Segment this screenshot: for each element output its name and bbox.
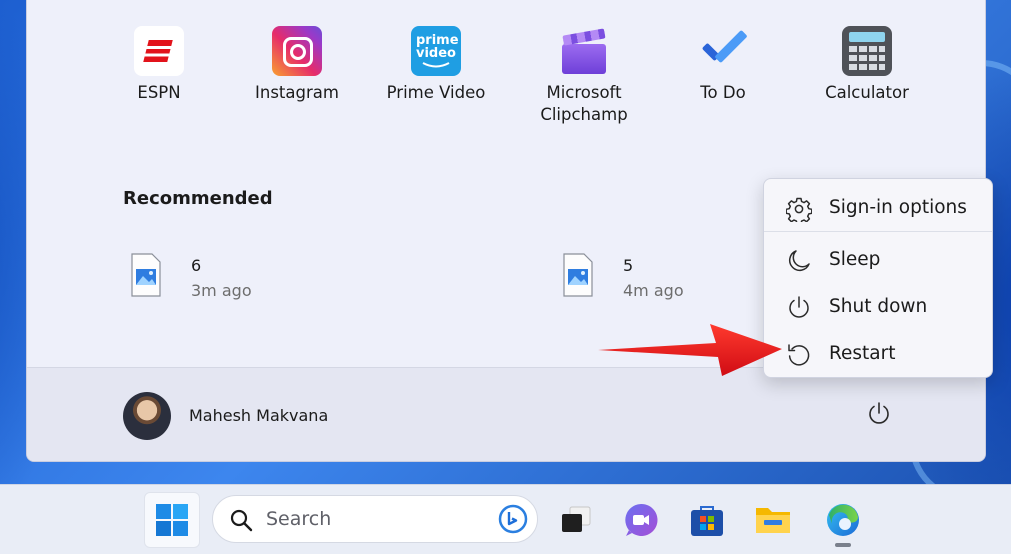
search-icon [230,509,253,532]
power-button[interactable] [857,392,901,436]
annotation-arrow [598,324,782,376]
app-label: Microsoft Clipchamp [540,83,628,124]
menu-item-sleep[interactable]: Sleep [764,237,992,281]
app-label: Prime Video [386,83,486,102]
avatar [123,392,171,440]
store-icon [691,506,723,536]
pinned-app-calculator[interactable]: Calculator [807,26,927,104]
pinned-app-espn[interactable]: ESPN [99,26,219,104]
menu-item-shut-down[interactable]: Shut down [764,284,992,328]
task-view-button[interactable] [548,492,604,548]
recommended-file-name: 6 [191,256,202,275]
image-file-icon [131,253,161,297]
pinned-app-instagram[interactable]: Instagram [237,26,357,104]
menu-item-label: Restart [829,343,896,364]
pinned-app-clipchamp[interactable]: Microsoft Clipchamp [519,26,649,126]
power-options-menu: Sign-in options Sleep Shut down Restart [763,178,993,378]
teams-button[interactable] [613,492,669,548]
prime-video-icon: prime video [411,26,461,76]
todo-icon [698,26,748,76]
app-label: ESPN [137,83,181,102]
running-indicator [835,543,851,547]
recommended-file-name: 5 [623,256,634,275]
image-file-icon [563,253,593,297]
instagram-icon [272,26,322,76]
espn-icon [134,26,184,76]
power-icon [869,402,889,424]
prime-video-tile-text: prime video [416,32,459,61]
start-icon [156,504,188,536]
start-button[interactable] [144,492,200,548]
restart-icon [788,344,810,366]
search-placeholder: Search [266,508,332,530]
menu-item-label: Sleep [829,249,881,270]
moon-icon [789,250,810,271]
task-view-icon [562,506,591,532]
store-button[interactable] [679,492,735,548]
menu-item-sign-in-options[interactable]: Sign-in options [764,185,992,229]
bing-chat-icon[interactable] [497,503,529,535]
pinned-app-todo[interactable]: To Do [663,26,783,104]
recommended-file-time: 3m ago [191,281,252,300]
edge-icon [827,504,859,536]
teams-icon [625,503,658,536]
app-label: To Do [700,83,746,102]
app-label: Calculator [825,83,909,102]
recommended-file-time: 4m ago [623,281,684,300]
start-menu-footer: Mahesh Makvana [27,367,985,461]
calculator-icon [842,26,892,76]
recommended-item-6[interactable]: 6 3m ago [131,253,371,303]
menu-item-restart[interactable]: Restart [764,331,992,375]
taskbar: Search [0,484,1011,554]
pinned-app-prime-video[interactable]: prime video Prime Video [376,26,496,104]
file-explorer-icon [756,508,790,533]
app-label: Instagram [255,83,339,102]
taskbar-search-box[interactable]: Search [212,495,538,543]
pinned-apps: ESPN Instagram prime video Prime Video M… [107,26,967,146]
edge-button[interactable] [815,492,871,548]
menu-divider [764,231,992,232]
power-icon [789,296,809,318]
gear-icon [786,197,812,222]
menu-item-label: Shut down [829,296,928,317]
recommended-heading: Recommended [123,188,273,209]
user-name: Mahesh Makvana [189,406,329,425]
clipchamp-icon [559,26,609,76]
menu-item-label: Sign-in options [829,197,967,218]
file-explorer-button[interactable] [745,492,801,548]
